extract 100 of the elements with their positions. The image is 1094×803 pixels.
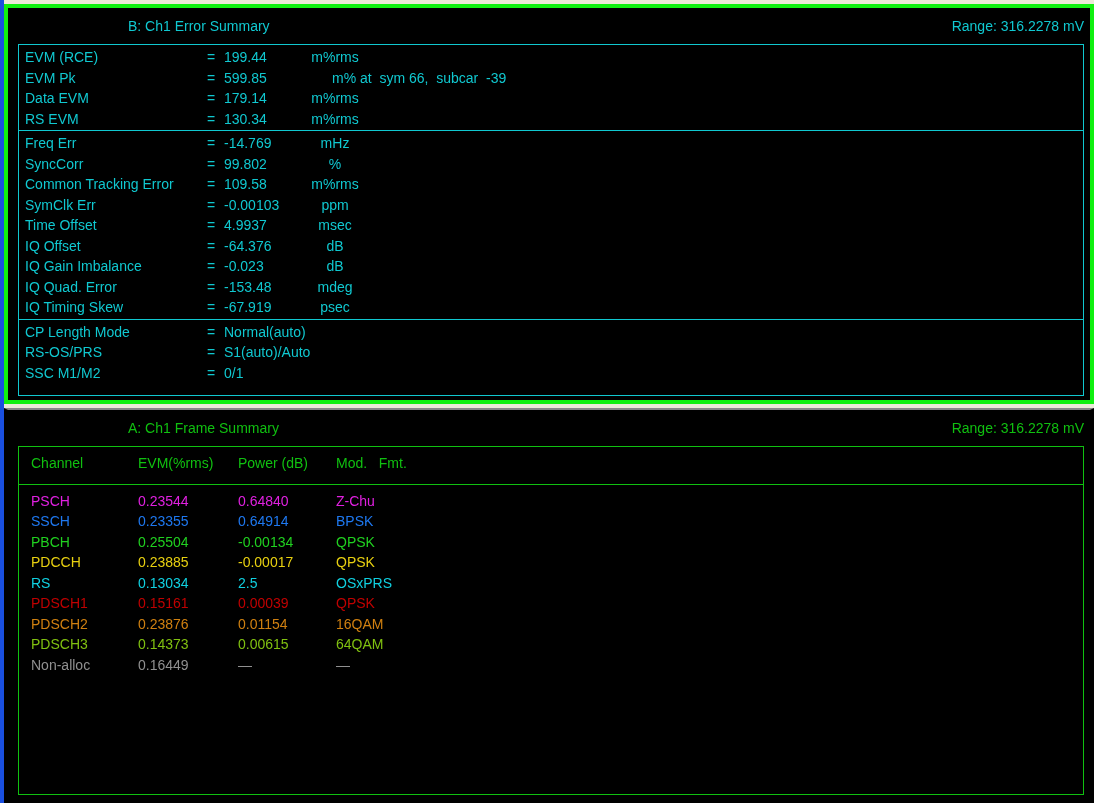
table-cell-text: 0.01154 [238, 614, 289, 634]
table-cell-text: 0.00039 [238, 594, 290, 613]
table-cell-text: RS [31, 573, 52, 593]
table-cell-text: SSCH [31, 512, 71, 531]
metric-label: SymClk Err [25, 195, 97, 215]
table-cell-text: -0.00134 [238, 532, 295, 552]
table-cell-text: 0.25504 [138, 532, 190, 552]
column-header: Mod. Fmt. [336, 454, 407, 473]
table-cell-text: 0.16449 [138, 655, 190, 675]
table-cell-text: 0.64840 [238, 491, 290, 511]
metric-label: SSC M1/M2 [25, 363, 102, 383]
column-header: Power (dB) [238, 454, 310, 473]
table-cell-text: — [238, 655, 253, 675]
table-cell-text: PDSCH2 [31, 614, 89, 634]
metric-label: RS-OS/PRS [25, 343, 103, 362]
metric-value: 599.85 [224, 68, 268, 88]
table-cell-text: 0.13034 [138, 573, 190, 593]
range-label: Range: 316.2278 mV [951, 418, 1084, 438]
metric-label: Freq Err [25, 134, 78, 153]
metric-value: -14.769 [224, 134, 273, 153]
metric-label: IQ Quad. Error [25, 277, 118, 297]
equals-sign: = [207, 277, 217, 297]
panel-title: B: Ch1 Error Summary [128, 16, 270, 36]
equals-sign: = [207, 134, 217, 153]
table-cell-text: QPSK [336, 553, 375, 572]
equals-sign: = [207, 175, 217, 194]
table-cell-text: 0.23876 [138, 614, 190, 634]
equals-sign: = [207, 48, 217, 67]
metric-unit: psec [319, 298, 351, 317]
metric-unit: ppm [320, 195, 350, 215]
metric-value: 179.14 [224, 89, 268, 108]
table-cell-text: 2.5 [238, 573, 259, 593]
metric-unit: msec [317, 216, 353, 235]
metric-label: IQ Offset [25, 236, 82, 256]
metric-value: -67.919 [224, 298, 273, 317]
metric-unit: dB [325, 257, 345, 276]
metric-label: CP Length Mode [25, 322, 131, 342]
metric-label: SyncCorr [25, 154, 85, 174]
table-cell-text: 64QAM [336, 635, 384, 654]
metric-unit: m%rms [310, 48, 360, 67]
metric-unit: m%rms [310, 89, 360, 108]
table-cell-text: 0.14373 [138, 635, 190, 654]
metric-value: -153.48 [224, 277, 273, 297]
table-cell-text: 0.23885 [138, 553, 190, 572]
equals-sign: = [207, 343, 217, 362]
metric-value: 4.9937 [224, 216, 268, 235]
metric-label: Common Tracking Error [25, 175, 175, 194]
table-cell-text: PBCH [31, 532, 71, 552]
metric-unit: mdeg [316, 277, 354, 297]
table-cell-text: 0.15161 [138, 594, 190, 613]
table-cell-text: PDSCH3 [31, 635, 89, 654]
metric-value: 130.34 [224, 109, 268, 129]
equals-sign: = [207, 68, 217, 88]
equals-sign: = [207, 257, 217, 276]
metric-unit: % [327, 154, 343, 174]
metric-value: S1(auto)/Auto [224, 343, 311, 362]
metric-value: 109.58 [224, 175, 268, 194]
metric-label: IQ Timing Skew [25, 298, 125, 317]
metric-label: EVM Pk [25, 68, 77, 88]
metric-label: Data EVM [25, 89, 90, 108]
metric-value: 0/1 [224, 363, 245, 383]
table-cell-text: 0.00615 [238, 635, 290, 654]
table-cell-text: Non-alloc [31, 655, 92, 675]
equals-sign: = [207, 322, 217, 342]
table-cell-text: -0.00017 [238, 553, 295, 572]
panel-title: A: Ch1 Frame Summary [128, 418, 279, 438]
table-cell-text: PDCCH [31, 553, 82, 572]
metric-unit: m%rms [310, 175, 360, 194]
equals-sign: = [207, 363, 217, 383]
table-cell-text: Z-Chu [336, 491, 375, 511]
metric-label: RS EVM [25, 109, 80, 129]
table-cell-text: 0.23544 [138, 491, 190, 511]
metric-value: -0.023 [224, 257, 265, 276]
metric-unit: m%rms [310, 109, 360, 129]
metric-unit: mHz [319, 134, 351, 153]
table-cell-text: 16QAM [336, 614, 384, 634]
equals-sign: = [207, 89, 217, 108]
equals-sign: = [207, 298, 217, 317]
equals-sign: = [207, 109, 217, 129]
table-cell-text: 0.64914 [238, 512, 290, 531]
table-cell-text: — [336, 655, 350, 675]
metric-label: EVM (RCE) [25, 48, 100, 67]
metric-unit: m% at sym 66, subcar -39 [331, 68, 507, 88]
metric-value: 99.802 [224, 154, 268, 174]
table-cell-text: BPSK [336, 512, 374, 531]
table-cell-text: QPSK [336, 532, 375, 552]
equals-sign: = [207, 154, 217, 174]
table-cell-text: 0.23355 [138, 512, 190, 531]
table-cell-text: OSxPRS [336, 573, 392, 593]
metric-label: Time Offset [25, 216, 98, 235]
table-cell-text: PDSCH1 [31, 594, 89, 613]
equals-sign: = [207, 236, 217, 256]
metric-value: -0.00103 [224, 195, 281, 215]
column-header: EVM(%rms) [138, 454, 215, 473]
table-cell-text: PSCH [31, 491, 71, 511]
range-label: Range: 316.2278 mV [951, 16, 1084, 36]
metric-value: 199.44 [224, 48, 268, 67]
metric-value: Normal(auto) [224, 322, 306, 342]
table-cell-text: QPSK [336, 594, 375, 613]
equals-sign: = [207, 195, 217, 215]
